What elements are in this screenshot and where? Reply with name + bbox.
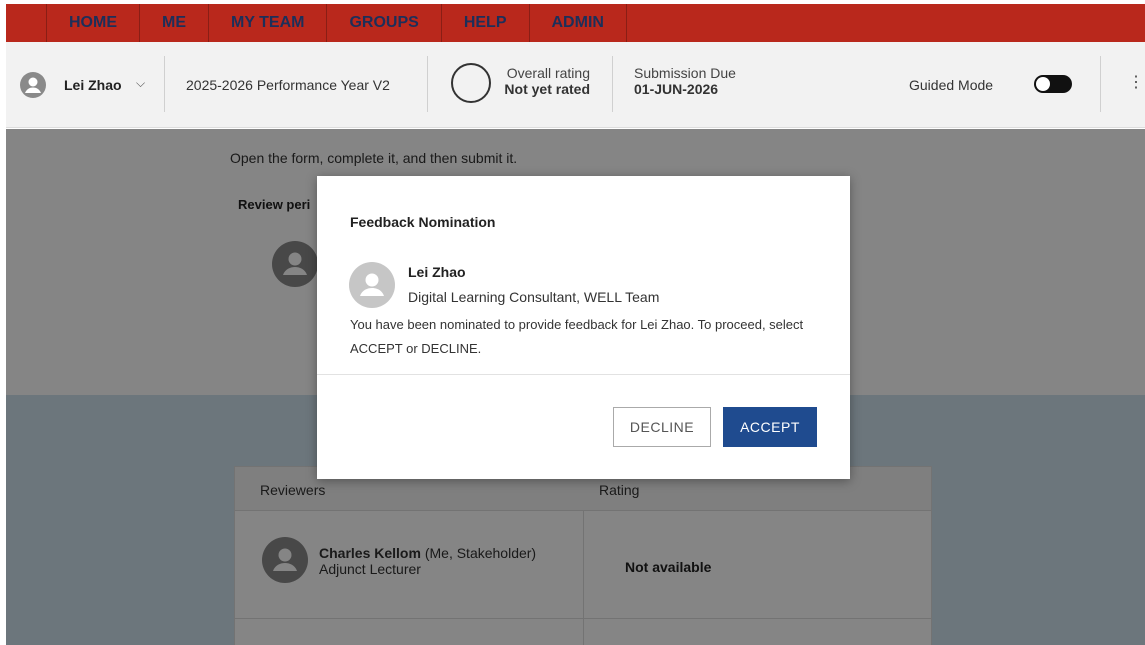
toggle-knob [1036,77,1050,91]
person-icon [25,77,41,93]
nav-me[interactable]: ME [140,4,209,42]
submission-due-value: 01-JUN-2026 [634,81,719,97]
chevron-down-icon[interactable]: ⌵ [136,76,145,91]
divider [164,56,165,112]
user-name[interactable]: Lei Zhao [64,77,122,93]
divider [317,374,850,375]
nav-help[interactable]: HELP [442,4,530,42]
decline-button[interactable]: DECLINE [613,407,711,447]
overall-rating-value: Not yet rated [504,81,590,97]
dialog-title: Feedback Nomination [350,214,496,230]
nav-home[interactable]: HOME [46,4,140,42]
overall-rating: Overall rating Not yet rated [476,65,590,97]
nominee-name: Lei Zhao [408,264,466,280]
top-nav: HOME ME MY TEAM GROUPS HELP ADMIN [6,4,1145,42]
submission-due: Submission Due 01-JUN-2026 [634,65,736,97]
accept-button[interactable]: ACCEPT [723,407,817,447]
nav-groups[interactable]: GROUPS [327,4,442,42]
divider [612,56,613,112]
guided-mode-toggle[interactable] [1034,75,1072,93]
nav-my-team[interactable]: MY TEAM [209,4,328,42]
submission-due-label: Submission Due [634,65,736,81]
person-icon [360,273,384,296]
avatar [349,262,395,308]
user-avatar[interactable] [20,72,46,98]
nominee-role: Digital Learning Consultant, WELL Team [408,289,660,305]
more-options-icon[interactable]: ⋮ [1128,72,1144,92]
form-header: Lei Zhao ⌵ 2025-2026 Performance Year V2… [6,42,1145,128]
feedback-nomination-dialog: Feedback Nomination Lei Zhao Digital Lea… [317,176,850,479]
dialog-message: You have been nominated to provide feedb… [350,317,804,356]
performance-year: 2025-2026 Performance Year V2 [186,77,390,93]
divider [427,56,428,112]
guided-mode-label: Guided Mode [909,77,994,93]
overall-rating-label: Overall rating [506,65,590,81]
nav-admin[interactable]: ADMIN [530,4,627,42]
divider [1100,56,1101,112]
